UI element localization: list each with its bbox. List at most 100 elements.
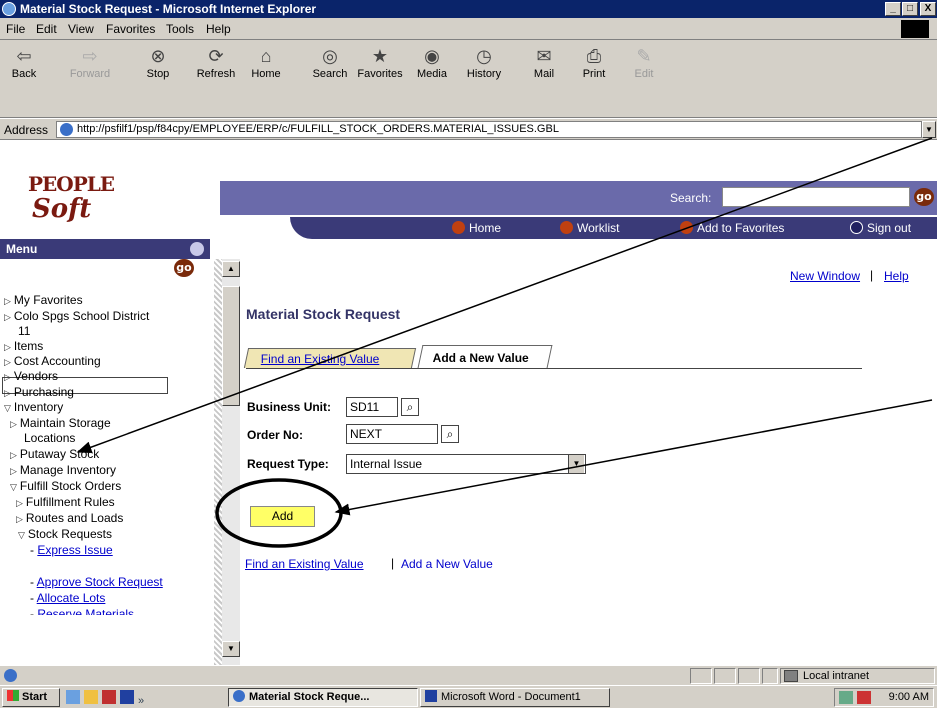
menu-search-go-button[interactable]: go <box>174 259 194 277</box>
nav-add-to-favorites[interactable]: Add to Favorites <box>680 221 784 235</box>
menu-item-maintain-storage[interactable]: ▷ Maintain Storage <box>10 416 111 430</box>
tab-add-new[interactable]: Add a New Value <box>417 345 553 368</box>
menu-help[interactable]: Help <box>206 22 231 36</box>
quicklaunch-more[interactable]: » <box>138 695 144 707</box>
new-window-link[interactable]: New Window <box>790 269 860 283</box>
menu-view[interactable]: View <box>68 22 94 36</box>
taskbar-ie-window[interactable]: Material Stock Reque... <box>228 688 418 707</box>
menu-item-fulfill-stock-orders[interactable]: ▽ Fulfill Stock Orders <box>10 479 121 493</box>
address-input[interactable]: http://psfilf1/psp/f84cpy/EMPLOYEE/ERP/c… <box>56 121 922 138</box>
close-button[interactable]: X <box>920 2 936 16</box>
scroll-up-button[interactable]: ▲ <box>222 261 240 277</box>
menu-item-fulfillment-rules[interactable]: ▷ Fulfillment Rules <box>16 495 115 509</box>
browser-toolbar: ⇦ Back ⇨ Forward ⊗ Stop ⟳ Refresh ⌂ Home ◎ Sea… <box>0 40 937 118</box>
back-button[interactable]: ⇦ Back <box>0 46 48 80</box>
menu-item-colo-spgs[interactable]: ▷ Colo Spgs School District <box>4 309 149 323</box>
quick-launch[interactable]: » <box>66 690 156 707</box>
menu-item-approve-stock-request[interactable]: - Approve Stock Request <box>30 575 163 589</box>
stop-button[interactable]: ⊗ Stop <box>134 46 182 80</box>
status-cell <box>690 668 712 684</box>
add-button[interactable]: Add <box>250 506 315 527</box>
worklist-icon <box>560 221 573 234</box>
menu-item-stock-requests[interactable]: ▽ Stock Requests <box>18 527 112 541</box>
address-dropdown-button[interactable]: ▼ <box>922 121 936 138</box>
expand-icon: ▷ <box>4 372 11 382</box>
clock[interactable]: 9:00 AM <box>889 691 929 703</box>
nav-worklist[interactable]: Worklist <box>560 221 619 235</box>
menu-file[interactable]: File <box>6 22 25 36</box>
history-button[interactable]: ◷ History <box>460 46 508 80</box>
menu-panel: go ▷ My Favorites ▷ Colo Spgs School Distr… <box>0 259 214 665</box>
edit-button[interactable]: ✎ Edit <box>620 46 668 80</box>
order-no-label: Order No: <box>247 428 304 442</box>
request-type-dropdown-icon[interactable]: ▼ <box>568 455 584 473</box>
request-type-select[interactable]: Internal Issue <box>346 454 586 474</box>
forward-icon: ⇨ <box>82 46 98 66</box>
menu-item-allocate-lots[interactable]: - Allocate Lots <box>30 591 105 605</box>
tray-icon[interactable] <box>857 691 871 704</box>
menu-item-purchasing[interactable]: ▷ Purchasing <box>4 385 74 399</box>
media-button[interactable]: ◉ Media <box>408 46 456 80</box>
menu-item-manage-inventory[interactable]: ▷ Manage Inventory <box>10 463 116 477</box>
collapse-icon: ▽ <box>18 530 25 540</box>
quicklaunch-ie-icon[interactable] <box>66 690 80 704</box>
print-button[interactable]: ⎙ Print <box>570 46 618 80</box>
tray-icon[interactable] <box>839 691 853 704</box>
maximize-button[interactable]: □ <box>902 2 918 16</box>
bottom-add-new-link[interactable]: Add a New Value <box>401 557 493 571</box>
address-label: Address <box>4 123 49 137</box>
bottom-find-existing-link[interactable]: Find an Existing Value <box>245 557 364 571</box>
menu-item-inventory[interactable]: ▽ Inventory <box>4 400 63 414</box>
business-unit-input[interactable]: SD11 <box>346 397 398 417</box>
menu-edit[interactable]: Edit <box>36 22 57 36</box>
collapse-icon: ▽ <box>4 403 11 413</box>
minimize-button[interactable]: _ <box>885 2 901 16</box>
mail-button[interactable]: ✉ Mail <box>520 46 568 80</box>
business-unit-label: Business Unit: <box>247 400 332 414</box>
scroll-down-button[interactable]: ▼ <box>222 641 240 657</box>
menu-item-my-favorites[interactable]: ▷ My Favorites <box>4 293 83 307</box>
page-content: PEOPLE Soft Search: go Home Worklist Add… <box>0 141 937 665</box>
nav-home[interactable]: Home <box>452 221 501 235</box>
menu-tools[interactable]: Tools <box>166 22 194 36</box>
menu-item-maintain-storage-cont: Locations <box>24 431 76 445</box>
status-bar: Local intranet <box>0 665 937 685</box>
business-unit-lookup-icon[interactable]: ⌕ <box>401 398 419 416</box>
favorites-button[interactable]: ★ Favorites <box>356 46 404 80</box>
splitter-hatch[interactable] <box>214 259 222 665</box>
menu-item-vendors[interactable]: ▷ Vendors <box>4 369 58 383</box>
quicklaunch-app-icon[interactable] <box>102 690 116 704</box>
home-icon: ⌂ <box>260 46 272 66</box>
scroll-thumb[interactable] <box>222 286 240 406</box>
search-button[interactable]: ◎ Search <box>306 46 354 80</box>
menu-item-express-issue[interactable]: - Express Issue <box>30 543 113 557</box>
header-search-input[interactable] <box>722 187 910 207</box>
quicklaunch-folder-icon[interactable] <box>84 690 98 704</box>
expand-icon: ▷ <box>10 419 17 429</box>
menu-favorites[interactable]: Favorites <box>106 22 155 36</box>
home-button[interactable]: ⌂ Home <box>242 46 290 80</box>
taskbar-word-window[interactable]: Microsoft Word - Document1 <box>420 688 610 707</box>
expand-icon: ▷ <box>10 450 17 460</box>
edit-icon: ✎ <box>636 46 652 66</box>
start-button[interactable]: Start <box>2 688 60 707</box>
forward-button[interactable]: ⇨ Forward <box>66 46 114 80</box>
refresh-button[interactable]: ⟳ Refresh <box>192 46 240 80</box>
order-no-input[interactable]: NEXT <box>346 424 438 444</box>
menu-collapse-icon[interactable] <box>190 242 204 256</box>
page-title: Material Stock Request <box>246 306 401 322</box>
help-link[interactable]: Help <box>884 269 909 283</box>
menu-item-routes-loads[interactable]: ▷ Routes and Loads <box>16 511 123 525</box>
menu-item-reserve-materials[interactable]: - Reserve Materials <box>30 607 134 615</box>
menu-item-cost-accounting[interactable]: ▷ Cost Accounting <box>4 354 101 368</box>
menu-item-items[interactable]: ▷ Items <box>4 339 43 353</box>
tab-find-existing[interactable]: Find an Existing Value <box>243 348 417 368</box>
zone-indicator: Local intranet <box>780 668 935 684</box>
header-search-go-button[interactable]: go <box>914 188 934 206</box>
menu-item-putaway-stock[interactable]: ▷ Putaway Stock <box>10 447 99 461</box>
menu-item-material-stock-request[interactable]: - Material Stock Request <box>30 559 161 573</box>
nav-sign-out[interactable]: Sign out <box>850 221 911 235</box>
quicklaunch-word-icon[interactable] <box>120 690 134 704</box>
order-no-lookup-icon[interactable]: ⌕ <box>441 425 459 443</box>
status-cell <box>762 668 778 684</box>
